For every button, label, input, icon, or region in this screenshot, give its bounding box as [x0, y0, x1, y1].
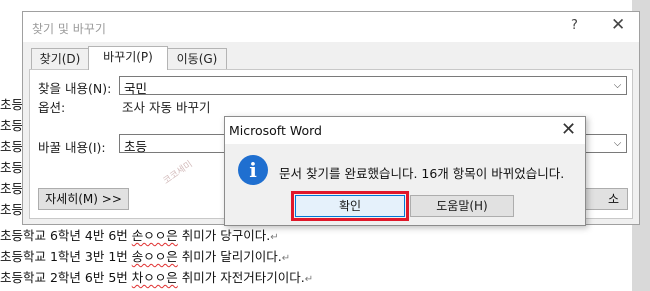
doc-line-prefix: 초등 — [0, 181, 24, 196]
ok-button[interactable]: 확인 — [295, 195, 405, 217]
message-titlebar: Microsoft Word ✕ — [225, 117, 585, 144]
message-title: Microsoft Word — [229, 123, 322, 138]
paragraph-mark-icon: ↵ — [281, 253, 291, 264]
options-label: 옵션: — [38, 100, 66, 115]
info-icon: i — [238, 155, 268, 185]
message-text: 문서 찾기를 완료했습니다. 16개 항목이 바뀌었습니다. — [279, 166, 565, 181]
replace-with-label: 바꿀 내용(I): — [38, 140, 106, 155]
tab-goto[interactable]: 이동(G) — [167, 48, 227, 69]
tab-replace[interactable]: 바꾸기(P) — [88, 46, 168, 70]
doc-line: 초등학교 2학년 6반 5번 차ㅇㅇ은 취미가 자전거타기이다.↵ — [0, 270, 314, 285]
doc-line: 초등학교 1학년 3반 1번 송ㅇㅇ은 취미가 달리기이다.↵ — [0, 249, 291, 264]
chevron-down-icon[interactable]: ⌵ — [609, 135, 626, 152]
word-message-box: Microsoft Word ✕ i 문서 찾기를 완료했습니다. 16개 항목… — [224, 116, 586, 226]
replace-with-value: 초등 — [124, 139, 148, 154]
find-what-value: 국민 — [124, 81, 148, 96]
find-replace-titlebar: 찾기 및 바꾸기 ? ✕ — [23, 12, 639, 42]
doc-line-prefix: 초등 — [0, 160, 24, 175]
doc-line-prefix: 초등 — [0, 202, 24, 217]
find-what-label: 찾을 내용(N): — [38, 81, 112, 96]
doc-line-prefix: 초등 — [0, 97, 24, 112]
help-icon[interactable]: ? — [571, 18, 578, 33]
help-button[interactable]: 도움말(H) — [410, 195, 514, 217]
paragraph-mark-icon: ↵ — [304, 274, 314, 285]
more-options-button[interactable]: 자세히(M) >> — [38, 188, 129, 210]
paragraph-mark-icon: ↵ — [270, 232, 279, 243]
doc-line: 초등학교 6학년 4반 6번 손ㅇㅇ은 취미가 당구이다.↵ — [0, 228, 279, 243]
tab-find[interactable]: 찾기(D) — [31, 48, 89, 69]
close-icon[interactable]: ✕ — [611, 15, 625, 35]
doc-line-prefix: 초등 — [0, 118, 24, 133]
chevron-down-icon[interactable]: ⌵ — [609, 77, 626, 94]
find-replace-title: 찾기 및 바꾸기 — [32, 22, 106, 36]
close-icon[interactable]: ✕ — [561, 119, 576, 140]
doc-line-prefix: 초등 — [0, 139, 24, 154]
options-value: 조사 자동 바꾸기 — [122, 100, 211, 115]
find-what-input[interactable]: 국민 ⌵ — [119, 76, 627, 96]
